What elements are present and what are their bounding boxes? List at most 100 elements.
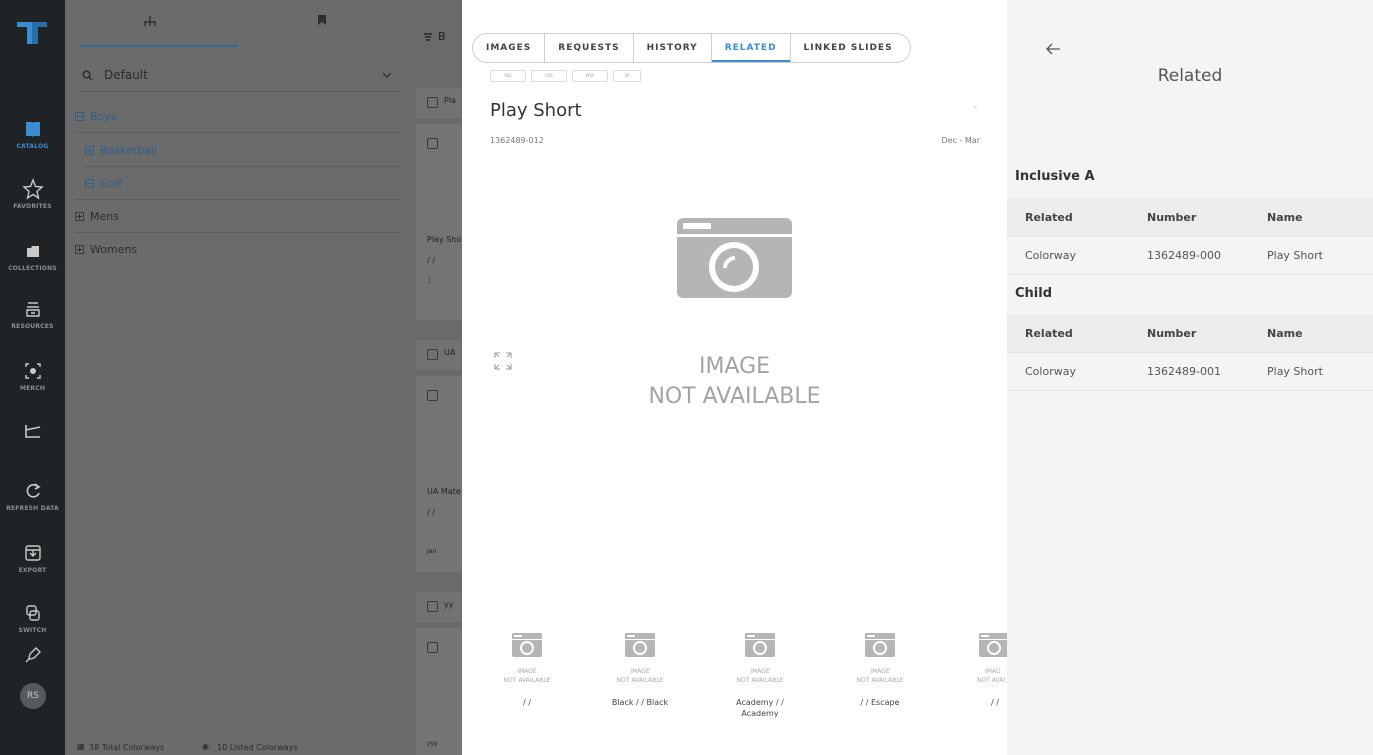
- na-line-1: IMAGE: [698, 354, 771, 379]
- tree-node-womens[interactable]: Womens: [75, 243, 137, 256]
- group-checkbox[interactable]: [427, 349, 438, 360]
- camera-placeholder-icon: [625, 633, 655, 657]
- expand-icon[interactable]: [75, 212, 84, 221]
- nav-pin[interactable]: [0, 644, 65, 666]
- table-row[interactable]: Colorway 1362489-000 Play Short: [1007, 237, 1373, 275]
- nav-cart[interactable]: [0, 420, 65, 442]
- search-value: Default: [104, 68, 148, 82]
- nav-collections[interactable]: COLLECTIONS: [0, 240, 65, 272]
- card-checkbox[interactable]: [427, 138, 438, 149]
- nav-label: MERCH: [19, 385, 46, 392]
- nav-label: REFRESH DATA: [6, 505, 59, 512]
- brand-logo: [17, 22, 47, 44]
- camera-placeholder-icon: [865, 633, 895, 657]
- expand-icon[interactable]: [492, 350, 514, 372]
- total-colorways: 38 Total Colorways: [89, 743, 165, 752]
- related-table: Related Number Name Colorway 1362489-001…: [1007, 315, 1373, 391]
- nav-resources[interactable]: RESOURCES: [0, 298, 65, 330]
- bookmark-icon[interactable]: [317, 14, 327, 26]
- tree-node-label: Mens: [90, 210, 119, 223]
- pin-icon: [25, 647, 41, 663]
- table-row[interactable]: Colorway 1362489-001 Play Short: [1007, 353, 1373, 391]
- card-name: UA Mate: [427, 487, 461, 496]
- expand-icon[interactable]: [75, 245, 84, 254]
- collapse-icon[interactable]: [75, 112, 84, 121]
- refresh-icon: [26, 483, 41, 498]
- tab-related[interactable]: RELATED: [711, 34, 791, 62]
- tab-linked-slides[interactable]: LINKED SLIDES: [790, 34, 910, 62]
- product-list-panel: B Pla Play Sho / / 1 UA UA Mate / / Jan …: [410, 0, 462, 755]
- tab-images[interactable]: IMAGES: [473, 34, 546, 62]
- divider: [75, 232, 400, 233]
- product-season: Dec - Mar: [941, 136, 980, 145]
- card-meta: yyy: [427, 740, 438, 747]
- nav-catalog[interactable]: CATALOG: [0, 118, 65, 150]
- image-type-tab[interactable]: WSP: [572, 70, 608, 82]
- listed-colorways: 10 Listed Colorways: [217, 743, 298, 752]
- colorway-thumb[interactable]: IMAG NOT AVAI / /: [959, 630, 1007, 708]
- product-card[interactable]: [416, 124, 462, 320]
- camera-placeholder-icon: [745, 633, 775, 657]
- cell-number: 1362489-000: [1147, 249, 1221, 262]
- nav-favorites[interactable]: FAVORITES: [0, 178, 65, 210]
- thumb-label: Academy / / Academy: [736, 698, 784, 718]
- group-title: Pla: [444, 96, 456, 105]
- nav-label: COLLECTIONS: [8, 265, 57, 272]
- colorway-thumb[interactable]: IMAGE NOT AVAILABLE Black / / Black: [599, 630, 681, 708]
- thumb-na: IMAGE NOT AVAILABLE: [839, 667, 921, 685]
- colorway-thumb[interactable]: IMAGE NOT AVAILABLE / /: [486, 630, 568, 708]
- thumb-label: / /: [991, 698, 999, 707]
- merch-icon: [24, 363, 41, 379]
- collapse-icon[interactable]: [85, 179, 94, 188]
- thumb-na-1: IMAGE: [630, 668, 650, 675]
- col-name: Name: [1267, 211, 1303, 224]
- back-arrow-icon[interactable]: [1045, 42, 1061, 56]
- tree-search[interactable]: Default: [80, 62, 400, 92]
- thumb-label: / /: [523, 698, 531, 707]
- tree-tabs: [65, 0, 410, 48]
- related-table: Related Number Name Colorway 1362489-000…: [1007, 199, 1373, 275]
- product-menu[interactable]: -: [974, 102, 977, 111]
- chevron-down-icon[interactable]: [382, 70, 392, 80]
- card-checkbox[interactable]: [427, 642, 438, 653]
- thumb-na-2: NOT AVAILABLE: [616, 677, 664, 684]
- tree-node-label: Basketball: [100, 144, 157, 157]
- tree-node-boys[interactable]: Boys: [75, 110, 117, 123]
- divider: [75, 132, 400, 133]
- thumb-na: IMAGE NOT AVAILABLE: [719, 667, 801, 685]
- card-checkbox[interactable]: [427, 390, 438, 401]
- thumb-na-1: IMAGE: [870, 668, 890, 675]
- image-type-tab[interactable]: SKE: [490, 70, 526, 82]
- group-checkbox[interactable]: [427, 97, 438, 108]
- nav-refresh[interactable]: REFRESH DATA: [0, 480, 65, 512]
- thumb-na: IMAGE NOT AVAILABLE: [486, 667, 568, 685]
- detail-tabs: IMAGES REQUESTS HISTORY RELATED LINKED S…: [472, 33, 911, 63]
- product-card[interactable]: [416, 376, 462, 572]
- tree-node-basketball[interactable]: Basketball: [85, 144, 157, 157]
- thumb-label: / / Escape: [860, 698, 900, 707]
- export-icon: [24, 545, 41, 561]
- expand-icon[interactable]: [85, 146, 94, 155]
- avatar[interactable]: RS: [20, 683, 46, 709]
- grid-icon: ▦: [77, 742, 85, 751]
- cell-related: Colorway: [1025, 365, 1076, 378]
- hierarchy-icon[interactable]: [143, 14, 157, 28]
- group-checkbox[interactable]: [427, 601, 438, 612]
- tree-node-golf[interactable]: Golf: [85, 177, 122, 190]
- colorway-thumb[interactable]: IMAGE NOT AVAILABLE Academy / / Academy: [719, 630, 801, 719]
- nav-export[interactable]: EXPORT: [0, 542, 65, 574]
- tab-history[interactable]: HISTORY: [633, 34, 712, 62]
- image-type-tab[interactable]: FAB: [531, 70, 567, 82]
- nav-merch[interactable]: MERCH: [0, 360, 65, 392]
- nav-label: SWITCH: [18, 627, 47, 634]
- tree-node-mens[interactable]: Mens: [75, 210, 119, 223]
- filter-icon[interactable]: [423, 32, 433, 42]
- nav-switch[interactable]: SWITCH: [0, 602, 65, 634]
- tab-requests[interactable]: REQUESTS: [545, 34, 634, 62]
- product-card[interactable]: [416, 628, 462, 755]
- image-type-tab[interactable]: SP: [613, 70, 641, 82]
- thumb-label: Black / / Black: [611, 698, 669, 707]
- nav-label: RESOURCES: [11, 323, 54, 330]
- thumb-na-1: IMAG: [985, 668, 1001, 675]
- colorway-thumb[interactable]: IMAGE NOT AVAILABLE / / Escape: [839, 630, 921, 708]
